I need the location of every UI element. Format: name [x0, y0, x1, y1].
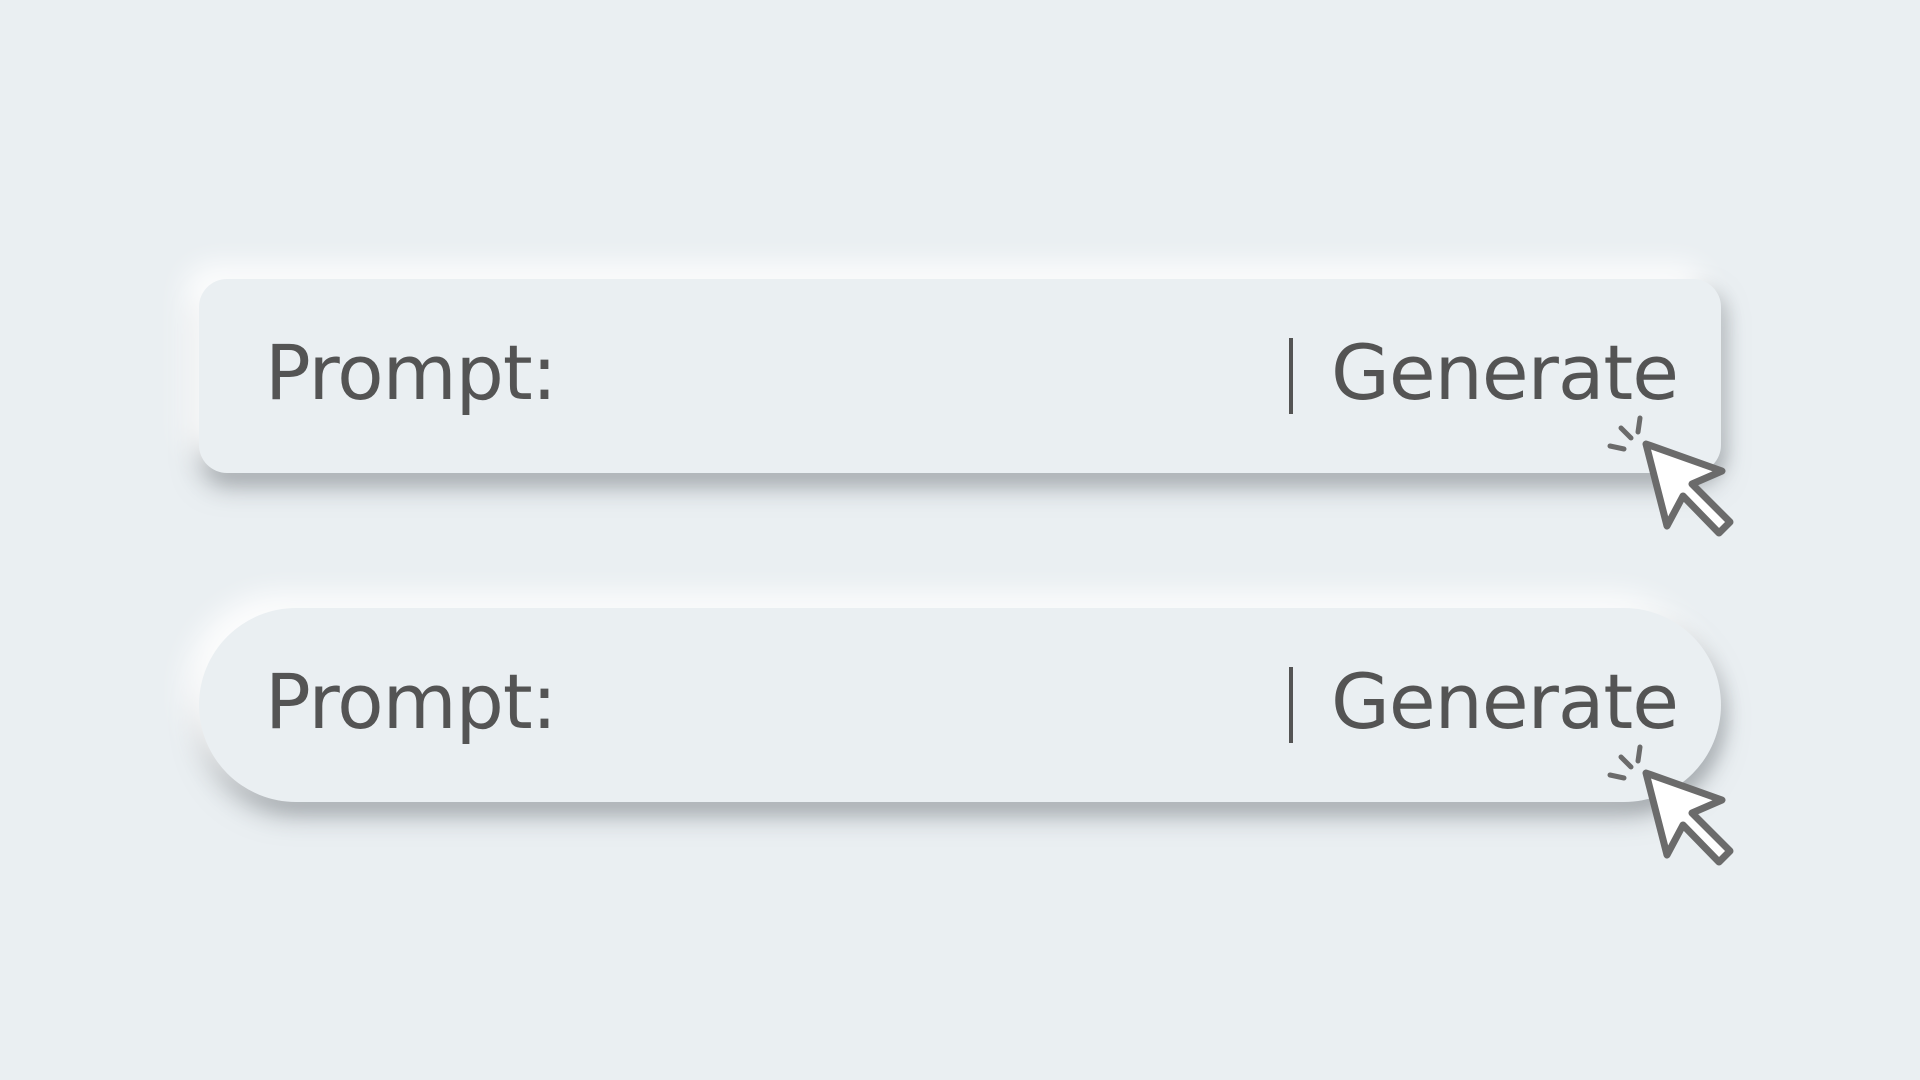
prompt-input[interactable] [542, 334, 638, 411]
divider [1289, 338, 1293, 414]
pointer-click-icon [1607, 415, 1734, 537]
prompt-label: Prompt: [265, 656, 557, 746]
prompt-bar-pill: Prompt: Generate [199, 608, 1721, 802]
generate-button[interactable]: Generate [1331, 328, 1679, 417]
prompt-bar-rounded-rect: Prompt: Generate [199, 279, 1721, 473]
divider [1289, 667, 1293, 743]
generate-button[interactable]: Generate [1331, 657, 1679, 746]
prompt-label: Prompt: [265, 327, 557, 417]
pointer-click-icon [1607, 744, 1734, 866]
prompt-input[interactable] [542, 663, 638, 740]
